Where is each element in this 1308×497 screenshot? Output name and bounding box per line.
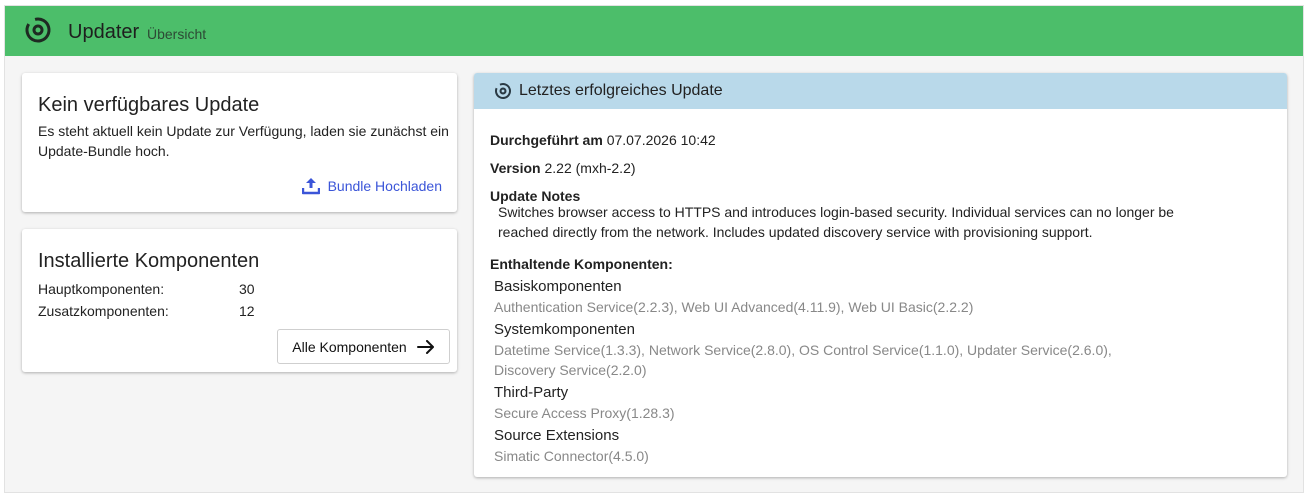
main-components-count: 30: [239, 281, 255, 297]
performed-at: Durchgeführt am 07.07.2026 10:42: [490, 132, 716, 148]
updater-small-icon: [495, 83, 511, 99]
extra-components-count: 12: [239, 303, 255, 319]
bundle-upload-label: Bundle Hochladen: [327, 178, 442, 194]
update-status-card: Kein verfügbares Update Es steht aktuell…: [22, 73, 457, 212]
app-frame: Updater Übersicht Kein verfügbares Updat…: [4, 5, 1304, 493]
app-header: Updater Übersicht: [5, 6, 1303, 56]
extra-components-label: Zusatzkomponenten:: [38, 303, 169, 319]
performed-value: 07.07.2026 10:42: [606, 132, 716, 148]
bundle-upload-button[interactable]: Bundle Hochladen: [301, 177, 442, 195]
included-components-heading: Enthaltende Komponenten:: [490, 256, 673, 272]
group-name: Basiskomponenten: [494, 278, 622, 295]
version: Version 2.22 (mxh-2.2): [490, 160, 636, 176]
updater-logo-icon: [25, 17, 51, 43]
app-subtitle: Übersicht: [147, 26, 207, 42]
update-status-title: Kein verfügbares Update: [38, 94, 260, 116]
update-notes-text: Switches browser access to HTTPS and int…: [498, 204, 1174, 240]
group-name: Systemkomponenten: [494, 321, 635, 338]
update-status-description: Es steht aktuell kein Update zur Verfügu…: [38, 123, 449, 159]
main-components-row: Hauptkomponenten: 30: [38, 281, 255, 297]
all-components-label: Alle Komponenten: [292, 338, 407, 355]
group-items: Authentication Service(2.2.3), Web UI Ad…: [494, 299, 974, 315]
installed-components-title: Installierte Komponenten: [38, 250, 260, 272]
group-name: Source Extensions: [494, 427, 620, 444]
group-items: Secure Access Proxy(1.28.3): [494, 405, 675, 421]
group-items: Simatic Connector(4.5.0): [494, 448, 649, 464]
last-update-header: Letztes erfolgreiches Update: [474, 73, 1287, 109]
last-update-title: Letztes erfolgreiches Update: [519, 82, 723, 99]
group-items: Datetime Service(1.3.3), Network Service…: [494, 342, 1112, 378]
app-title: Updater: [68, 21, 140, 43]
main-components-label: Hauptkomponenten:: [38, 281, 165, 297]
extra-components-row: Zusatzkomponenten: 12: [38, 303, 255, 319]
installed-components-card: Installierte Komponenten Hauptkomponente…: [22, 229, 457, 372]
group-name: Third-Party: [494, 384, 569, 401]
performed-label: Durchgeführt am: [490, 132, 603, 148]
version-label: Version: [490, 160, 541, 176]
all-components-button[interactable]: Alle Komponenten: [277, 329, 450, 364]
included-components-label: Enthaltende Komponenten:: [490, 256, 673, 272]
arrow-right-icon: [416, 339, 434, 354]
last-update-card: Letztes erfolgreiches Update Durchgeführ…: [474, 73, 1287, 477]
upload-icon: [301, 178, 320, 195]
version-value: 2.22 (mxh-2.2): [544, 160, 636, 176]
